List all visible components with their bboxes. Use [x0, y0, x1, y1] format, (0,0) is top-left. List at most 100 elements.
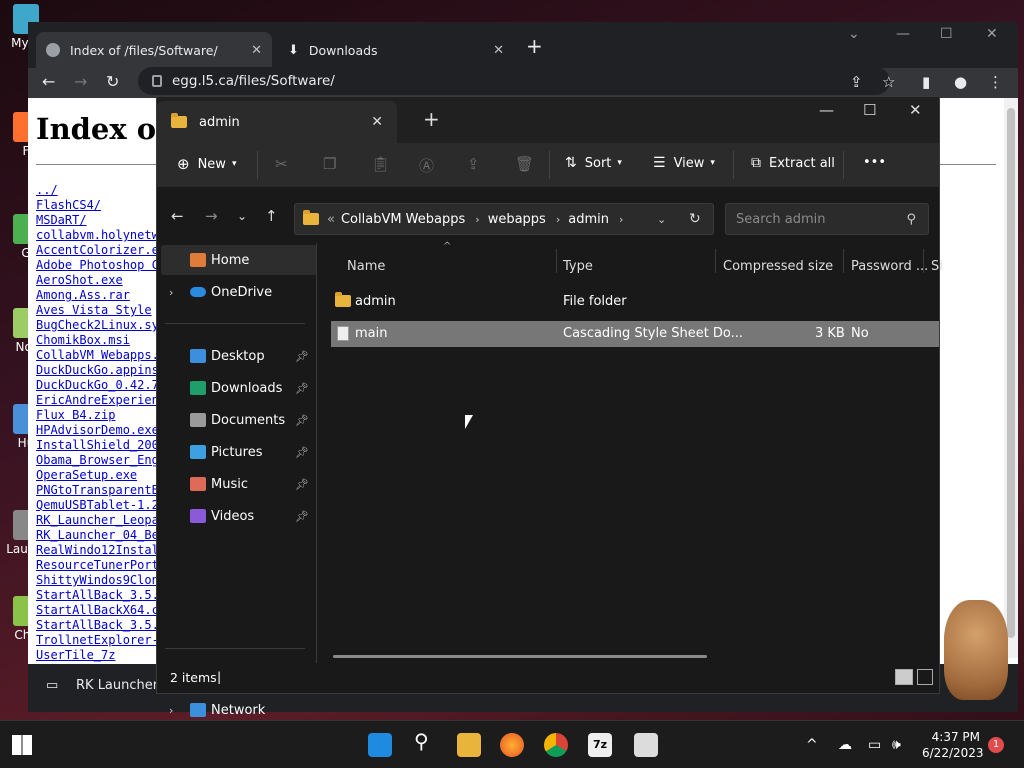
new-tab-button[interactable]: +	[423, 107, 440, 131]
file-link[interactable]: FlashCS4/	[36, 198, 159, 213]
reload-button[interactable]: ↻	[106, 72, 119, 91]
file-link[interactable]: ChomikBox.msi	[36, 333, 159, 348]
chevron-right-icon[interactable]: ›	[475, 213, 479, 226]
file-row-main[interactable]: main Cascading Style Sheet Do... 3 KB No	[331, 321, 939, 347]
nav-item-videos[interactable]: Videos 📌︎	[157, 501, 313, 531]
extract-all-button[interactable]: ⧉ Extract all	[751, 155, 835, 171]
start-icon[interactable]	[12, 735, 32, 755]
breadcrumb-overflow[interactable]: «	[327, 212, 335, 227]
notepad-icon[interactable]	[634, 733, 658, 757]
file-link[interactable]: RK_Launcher_Leopa	[36, 513, 159, 528]
column-name[interactable]: Name	[347, 259, 385, 274]
explorer-address-bar[interactable]: « CollabVM Webapps › webapps › admin › ⌄…	[294, 203, 714, 235]
sidepanel-icon[interactable]: ▮	[922, 73, 930, 91]
file-link[interactable]: Adobe Photoshop C	[36, 258, 159, 273]
file-link[interactable]: QemuUSBTablet-1.2	[36, 498, 159, 513]
scrollbar-thumb[interactable]	[1007, 108, 1015, 638]
file-link[interactable]: DuckDuckGo.appins	[36, 363, 159, 378]
file-link[interactable]: RK_Launcher_04_Be	[36, 528, 159, 543]
chevron-right-icon[interactable]: ›	[169, 704, 173, 717]
volume-icon[interactable]: 🕪︎	[892, 737, 901, 753]
details-view-button[interactable]	[895, 669, 913, 685]
page-scrollbar[interactable]	[1004, 98, 1018, 658]
view-button[interactable]: ☰ View ▾	[653, 155, 715, 171]
onedrive-offline-icon[interactable]: ☁	[838, 737, 852, 753]
close-icon[interactable]: ✕	[251, 43, 262, 58]
7zip-icon[interactable]: 7z	[588, 733, 612, 757]
breadcrumb-admin[interactable]: admin	[568, 212, 609, 227]
nav-item-downloads[interactable]: Downloads 📌︎	[157, 373, 313, 403]
pane-divider[interactable]	[316, 243, 317, 663]
file-link[interactable]: ../	[36, 183, 159, 198]
chrome-icon[interactable]	[544, 733, 568, 757]
file-link[interactable]: CollabVM Webapps.	[36, 348, 159, 363]
file-link[interactable]: HPAdvisorDemo.exe	[36, 423, 159, 438]
file-link[interactable]: BugCheck2Linux.sy	[36, 318, 159, 333]
file-link[interactable]: UserTile_7z	[36, 648, 159, 663]
cut-icon[interactable]: ✂	[275, 155, 288, 173]
nav-item-music[interactable]: Music 📌︎	[157, 469, 313, 499]
minimize-button[interactable]: —	[896, 26, 910, 42]
chevron-down-icon[interactable]: ⌄	[657, 213, 666, 226]
breadcrumb-webapps[interactable]: webapps	[488, 212, 546, 227]
column-separator[interactable]	[843, 249, 844, 273]
forward-button[interactable]: →	[74, 72, 87, 91]
column-type[interactable]: Type	[563, 259, 593, 274]
close-button[interactable]: ✕	[986, 26, 998, 42]
column-password[interactable]: Password ...	[851, 259, 928, 274]
rename-icon[interactable]: Ⓐ	[419, 155, 434, 176]
file-link[interactable]: RealWindo12Instal	[36, 543, 159, 558]
new-tab-button[interactable]: +	[526, 34, 543, 58]
column-separator[interactable]	[556, 249, 557, 273]
notification-badge[interactable]: 1	[988, 737, 1004, 753]
search-icon[interactable]: ⚲	[414, 729, 438, 753]
file-link[interactable]: StartAllBackX64.c	[36, 603, 159, 618]
file-link[interactable]: AeroShot.exe	[36, 273, 159, 288]
windows-start-button[interactable]	[368, 733, 392, 757]
menu-icon[interactable]: ⋮	[988, 73, 1003, 91]
file-link[interactable]: Flux B4.zip	[36, 408, 159, 423]
file-link[interactable]: ShittyWindos9Clon	[36, 573, 159, 588]
minimize-button[interactable]: —	[819, 101, 834, 119]
file-link[interactable]: Obama_Browser_Eng	[36, 453, 159, 468]
maximize-button[interactable]: ☐	[940, 26, 953, 42]
file-explorer-icon[interactable]	[457, 733, 481, 757]
profile-icon[interactable]: ●	[954, 73, 967, 91]
column-separator[interactable]	[923, 249, 924, 273]
share-icon[interactable]: ⇪	[850, 73, 863, 91]
explorer-tab-admin[interactable]: admin ✕	[157, 101, 397, 143]
chevron-right-icon[interactable]: ›	[169, 286, 173, 299]
close-button[interactable]: ✕	[909, 101, 922, 119]
file-link[interactable]: EricAndreExperien	[36, 393, 159, 408]
file-link[interactable]: OperaSetup.exe	[36, 468, 159, 483]
file-link[interactable]: PNGtoTransparentB	[36, 483, 159, 498]
share-icon[interactable]: ⇪	[467, 155, 480, 173]
more-options-button[interactable]: •••	[863, 155, 886, 170]
delete-icon[interactable]: 🗑︎	[515, 155, 534, 173]
back-button[interactable]: ←	[171, 207, 184, 225]
chevron-right-icon[interactable]: ›	[619, 213, 623, 226]
address-bar[interactable]: egg.l5.ca/files/Software/	[138, 67, 890, 95]
chevron-up-icon[interactable]: ^	[806, 737, 818, 753]
recent-locations-button[interactable]: ⌄	[237, 209, 247, 223]
firefox-icon[interactable]	[500, 733, 524, 757]
star-icon[interactable]: ☆	[882, 73, 895, 91]
paste-icon[interactable]: 📋︎	[371, 155, 390, 173]
breadcrumb-collabvm-webapps[interactable]: CollabVM Webapps	[341, 212, 465, 227]
file-link[interactable]: AccentColorizer.e	[36, 243, 159, 258]
file-link[interactable]: collabvm.holynetw	[36, 228, 159, 243]
column-compressed-size[interactable]: Compressed size	[723, 259, 833, 274]
nav-item-documents[interactable]: Documents 📌︎	[157, 405, 313, 435]
sort-button[interactable]: ⇅ Sort ▾	[565, 155, 622, 171]
refresh-icon[interactable]: ↻	[689, 211, 701, 227]
chevron-right-icon[interactable]: ›	[556, 213, 560, 226]
copy-icon[interactable]: ❐	[323, 155, 336, 173]
file-link[interactable]: StartAllBack_3.5.	[36, 588, 159, 603]
file-link[interactable]: InstallShield_200	[36, 438, 159, 453]
chrome-tab-downloads[interactable]: ⬇ Downloads ✕	[278, 32, 514, 68]
tiles-view-button[interactable]	[917, 669, 933, 685]
close-icon[interactable]: ✕	[371, 114, 383, 130]
forward-button[interactable]: →	[205, 207, 218, 225]
file-link[interactable]: Aves Vista Style	[36, 303, 159, 318]
clock[interactable]: 4:37 PM 6/22/2023	[922, 729, 984, 761]
